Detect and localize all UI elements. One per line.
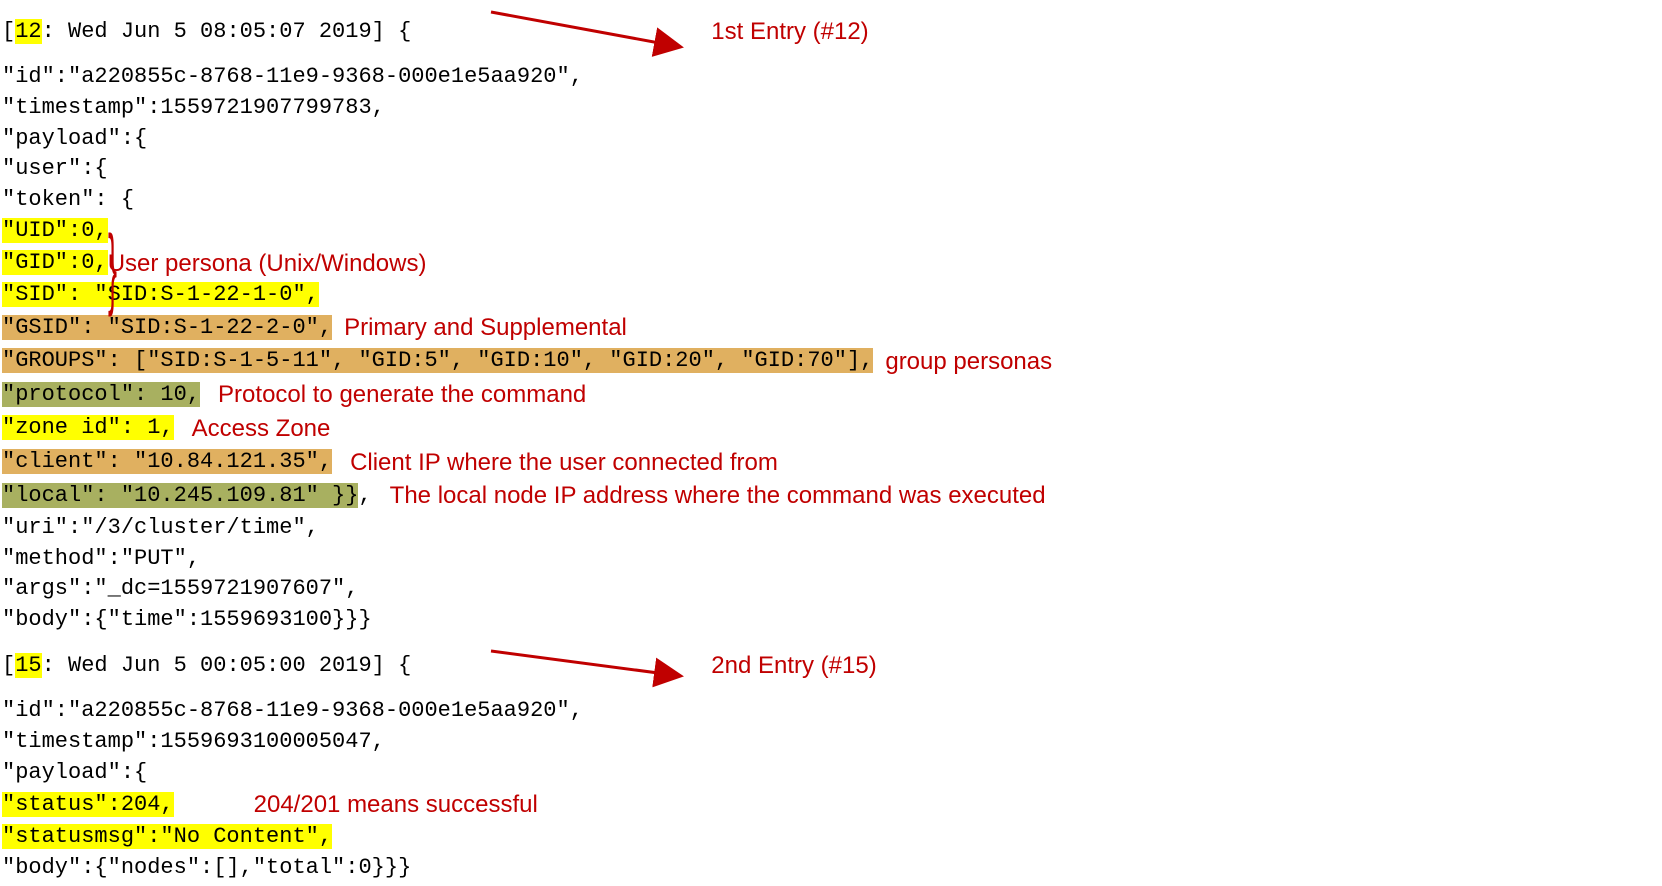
token-local: "local": "10.245.109.81" }} [2, 483, 358, 508]
entry1-body: "body":{"time":1559693100}}} [2, 605, 372, 636]
protocol-annotation: Protocol to generate the command [218, 378, 586, 412]
entry2-body: "body":{"nodes":[],"total":0}}} [2, 853, 411, 884]
token-sid: "SID": "SID:S-1-22-1-0", [2, 282, 319, 307]
entry2-id: "id":"a220855c-8768-11e9-9368-000e1e5aa9… [2, 696, 583, 727]
client-annotation: Client IP where the user connected from [350, 446, 778, 480]
token-groups: "GROUPS": ["SID:S-1-5-11", "GID:5", "GID… [2, 348, 873, 373]
payload-open: "payload":{ [2, 124, 147, 155]
statusmsg-line: "statusmsg":"No Content", [2, 824, 332, 849]
entry1-id: "id":"a220855c-8768-11e9-9368-000e1e5aa9… [2, 62, 583, 93]
entry1-annotation: 1st Entry (#12) [711, 15, 868, 49]
group-annotation-2: group personas [885, 345, 1052, 379]
entry1-number: 12 [15, 19, 41, 44]
arrow-icon [481, 2, 711, 62]
group-annotation-1: Primary and Supplemental [344, 311, 627, 345]
bracket: [ [2, 653, 15, 678]
bracket: [ [2, 19, 15, 44]
token-uid: "UID":0, [2, 218, 108, 243]
entry2-timestamp: "timestamp":1559693100005047, [2, 727, 385, 758]
entry1-header-line: [12: Wed Jun 5 08:05:07 2019] { 1st Entr… [2, 2, 1660, 62]
token-gsid: "GSID": "SID:S-1-22-2-0", [2, 315, 332, 340]
status-annotation: 204/201 means successful [254, 788, 538, 822]
entry1-uri: "uri":"/3/cluster/time", [2, 513, 319, 544]
entry1-args: "args":"_dc=1559721907607", [2, 574, 358, 605]
entry2-number: 15 [15, 653, 41, 678]
token-client: "client": "10.84.121.35", [2, 449, 332, 474]
token-zone: "zone id": 1, [2, 415, 174, 440]
entry2-header-line: [15: Wed Jun 5 00:05:00 2019] { 2nd Entr… [2, 636, 1660, 696]
token-open: "token": { [2, 185, 134, 216]
zone-annotation: Access Zone [192, 412, 331, 446]
persona-annotation: User persona (Unix/Windows) [108, 247, 427, 281]
user-open: "user":{ [2, 154, 108, 185]
arrow-icon [481, 636, 711, 696]
status-line: "status":204, [2, 792, 174, 817]
entry2-header-rest: : Wed Jun 5 00:05:00 2019] { [42, 653, 412, 678]
local-annotation: The local node IP address where the comm… [390, 479, 1046, 513]
entry1-header-rest: : Wed Jun 5 08:05:07 2019] { [42, 19, 412, 44]
payload-open-2: "payload":{ [2, 758, 147, 789]
entry2-annotation: 2nd Entry (#15) [711, 649, 876, 683]
token-gid: "GID":0, [2, 250, 108, 275]
entry1-timestamp: "timestamp":1559721907799783, [2, 93, 385, 124]
token-protocol: "protocol": 10, [2, 382, 200, 407]
entry1-method: "method":"PUT", [2, 544, 200, 575]
